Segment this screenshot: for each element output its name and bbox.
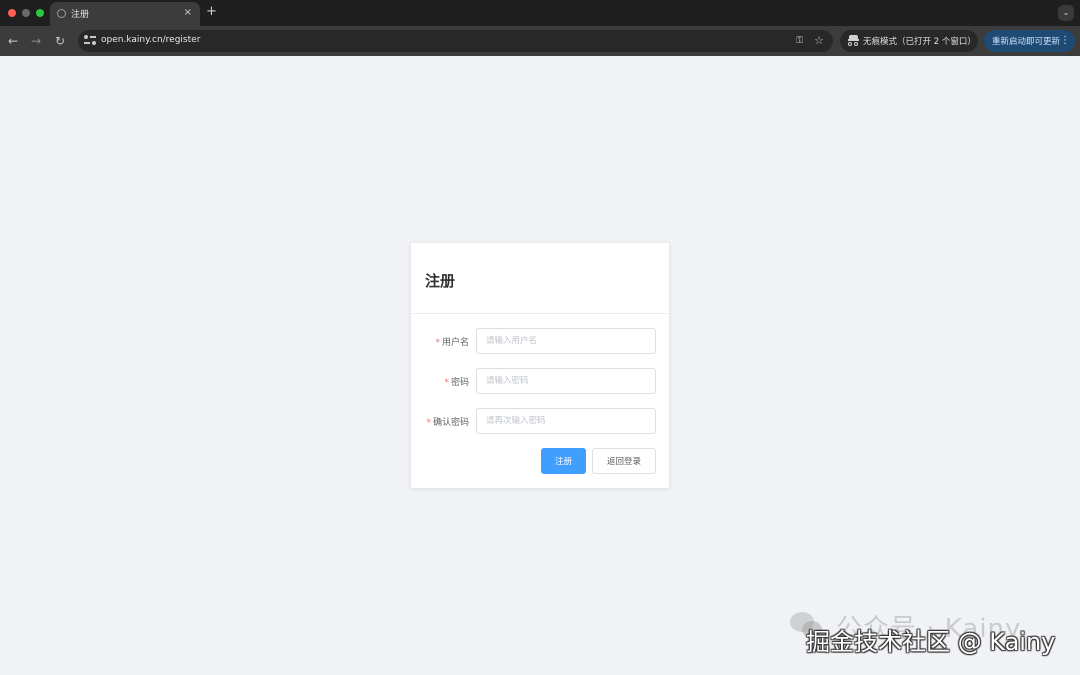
watermark-main: 掘金技术社区 @ Kainy <box>806 628 1056 656</box>
key-icon[interactable]: ⚿ <box>796 34 803 48</box>
required-mark: * <box>426 418 431 428</box>
new-tab-button[interactable]: + <box>206 4 217 20</box>
required-mark: * <box>444 378 449 388</box>
card-header: 注册 <box>411 243 669 314</box>
update-label: 重新启动即可更新 <box>992 37 1061 47</box>
maximize-window-button[interactable] <box>36 9 44 17</box>
confirm-password-input[interactable] <box>476 408 656 434</box>
update-button[interactable]: 重新启动即可更新 ⋮ <box>984 30 1075 52</box>
confirm-password-label: * 确认密码 <box>426 418 469 428</box>
password-input[interactable] <box>476 368 656 394</box>
register-card: 注册 *用户名 *密码 *确认密码 注册 返回登录 <box>411 243 669 488</box>
minimize-window-button[interactable] <box>22 9 30 17</box>
site-info-icon[interactable] <box>84 34 96 46</box>
back-arrow-icon[interactable]: ← <box>8 33 18 49</box>
bookmark-star-icon[interactable]: ☆ <box>814 33 824 48</box>
password-label: * 密码 <box>444 378 469 388</box>
incognito-label: 无痕模式（已打开 2 个窗口） <box>863 37 976 47</box>
required-mark: * <box>435 338 440 348</box>
close-window-button[interactable] <box>8 9 16 17</box>
page-title: 注册 <box>425 272 456 290</box>
url-text[interactable]: open.kainy.cn/register <box>101 35 200 45</box>
browser-tab-bar: 注册 × + ⌄ <box>0 0 1080 26</box>
username-input[interactable] <box>476 328 656 354</box>
tab-search-icon[interactable]: ⌄ <box>1058 5 1074 21</box>
browser-toolbar: ← → ↻ open.kainy.cn/register ⚿ ☆ 无痕模式（已打… <box>0 26 1080 56</box>
back-to-login-button[interactable]: 返回登录 <box>592 448 656 474</box>
incognito-icon <box>848 35 859 46</box>
form-item-username: * 用户名 <box>411 328 669 354</box>
register-button[interactable]: 注册 <box>541 448 586 474</box>
address-bar[interactable]: open.kainy.cn/register ⚿ ☆ <box>78 30 833 52</box>
browser-tab-register[interactable]: 注册 × <box>50 2 200 26</box>
form-item-confirm-password: * 确认密码 <box>411 408 669 434</box>
tab-title: 注册 <box>71 10 90 20</box>
reload-icon[interactable]: ↻ <box>55 33 65 49</box>
incognito-indicator[interactable]: 无痕模式（已打开 2 个窗口） <box>840 30 978 52</box>
tab-close-icon[interactable]: × <box>184 6 192 20</box>
username-label: * 用户名 <box>435 338 469 348</box>
globe-icon <box>57 9 66 18</box>
more-menu-icon[interactable]: ⋮ <box>1060 33 1070 48</box>
form-item-password: * 密码 <box>411 368 669 394</box>
forward-arrow-icon[interactable]: → <box>31 33 41 49</box>
